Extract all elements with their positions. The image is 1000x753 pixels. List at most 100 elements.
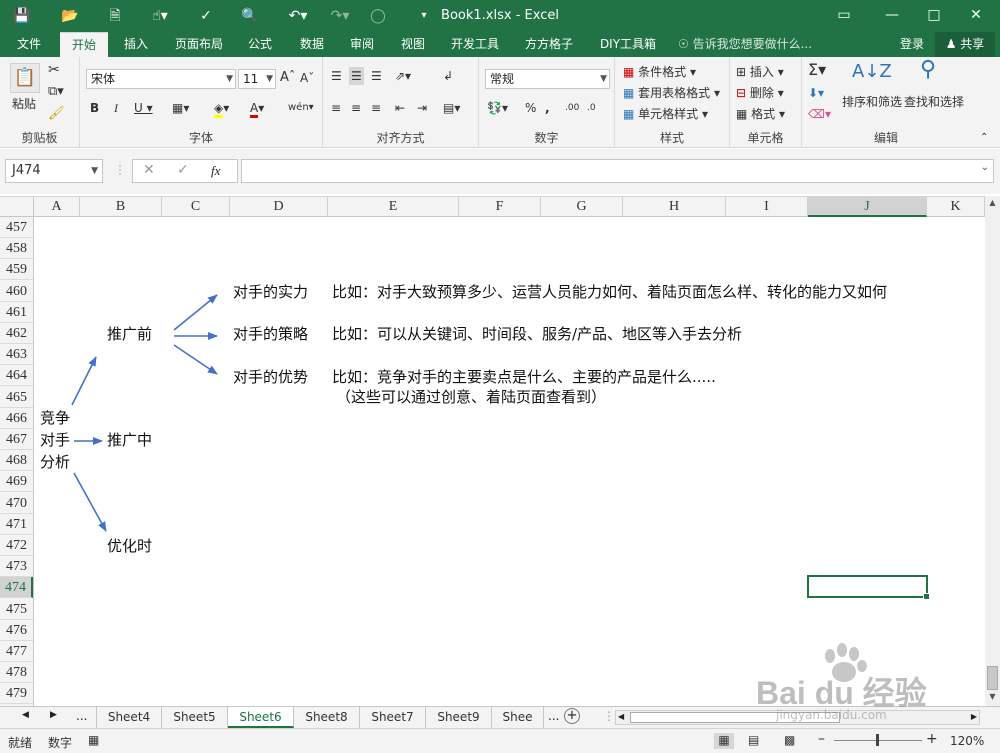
autosum-icon[interactable]: Σ▾ [808,61,826,79]
paste-button[interactable]: 粘贴 [12,95,36,113]
cancel-icon[interactable]: ✕ [143,162,155,178]
conditional-format-button[interactable]: ▦ 条件格式 ▾ [623,63,696,81]
scroll-down-icon[interactable]: ▼ [987,692,998,704]
sheet-tab[interactable]: Sheet4 [96,707,162,728]
format-painter-icon[interactable]: 🖌 [48,105,65,123]
align-center-icon[interactable]: ≡ [351,99,361,117]
cell-grid[interactable]: 竞争 对手 分析 推广前 推广中 优化时 对手的实力 比如：对手大致预算多少、运… [34,217,985,706]
normal-view-icon[interactable]: ▦ [714,733,734,749]
tab-split-icon[interactable]: ⋮ [603,709,615,723]
page-layout-view-icon[interactable]: ▤ [748,733,759,747]
column-header[interactable]: A [34,197,80,217]
expand-formula-icon[interactable]: ⌄ [981,162,989,173]
collapse-ribbon-icon[interactable]: ⌃ [980,129,988,147]
merge-center-icon[interactable]: ▤▾ [443,99,460,117]
row-header[interactable]: 476 [0,620,33,641]
decrease-decimal-icon[interactable]: .0 [587,99,596,117]
tab-data[interactable]: 数据 [290,32,334,57]
find-select-icon[interactable]: ⚲ [920,59,936,81]
underline-icon[interactable]: U ▾ [134,99,153,117]
tab-developer[interactable]: 开发工具 [444,32,506,57]
row-header[interactable]: 471 [0,514,33,535]
align-right-icon[interactable]: ≡ [371,99,381,117]
maximize-icon[interactable]: □ [920,4,948,26]
column-header[interactable]: I [726,197,808,217]
increase-indent-icon[interactable]: ⇥ [417,99,427,117]
next-sheet-icon[interactable]: ▶ [50,710,57,720]
row-header[interactable]: 461 [0,302,33,323]
tab-page-layout[interactable]: 页面布局 [168,32,230,57]
phonetic-icon[interactable]: wén▾ [288,99,314,117]
paste-icon[interactable]: 📋 [10,63,40,93]
row-header[interactable]: 469 [0,471,33,493]
row-header[interactable]: 458 [0,238,33,260]
align-top-icon[interactable]: ☰ [331,67,342,85]
tab-fangfang[interactable]: 方方格子 [518,32,580,57]
add-sheet-icon[interactable]: + [564,708,580,724]
border-icon[interactable]: ▦▾ [172,99,189,117]
insert-cells-button[interactable]: ⊞ 插入 ▾ [736,63,784,81]
row-header[interactable]: 465 [0,387,33,408]
find-select-button[interactable]: 查找和选择 [904,93,964,111]
enter-icon[interactable]: ✓ [177,162,189,178]
zoom-slider-thumb[interactable] [876,734,879,746]
macro-record-icon[interactable]: ▦ [88,733,99,747]
row-header[interactable]: 477 [0,641,33,662]
column-header[interactable]: K [927,197,985,217]
column-header[interactable]: C [162,197,230,217]
vertical-scrollbar[interactable]: ▲ ▼ [985,196,1000,706]
shrink-font-icon[interactable]: Aˇ [300,69,314,87]
cell-styles-button[interactable]: ▦ 单元格样式 ▾ [623,105,708,123]
orientation-icon[interactable]: ⇗▾ [395,67,411,85]
align-left-icon[interactable]: ≡ [331,99,341,117]
minimize-icon[interactable]: — [878,4,906,26]
percent-icon[interactable]: % [525,99,536,117]
column-header[interactable]: F [459,197,541,217]
column-header[interactable]: G [541,197,623,217]
column-header[interactable]: H [623,197,726,217]
tab-review[interactable]: 审阅 [340,32,384,57]
font-color-icon[interactable]: A▾ [250,99,264,118]
wrap-text-icon[interactable]: ↲ [443,67,453,85]
tab-home[interactable]: 开始 [60,32,108,57]
increase-decimal-icon[interactable]: .00 [565,99,579,117]
sheet-tab[interactable]: Sheet9 [426,707,492,728]
row-header[interactable]: 466 [0,408,33,429]
name-box[interactable]: J474 ▼ [5,159,103,183]
share-button[interactable]: ♟ 共享 [935,32,995,57]
ribbon-display-icon[interactable]: ▭ [830,4,858,26]
scroll-left-icon[interactable]: ◀ [618,712,624,721]
sort-filter-icon[interactable]: A↓Z [852,63,892,81]
sheet-tab[interactable]: Sheet8 [294,707,360,728]
tab-insert[interactable]: 插入 [112,32,160,57]
align-bottom-icon[interactable]: ☰ [371,67,382,85]
more-tabs-icon[interactable]: ... [548,709,559,723]
tab-formulas[interactable]: 公式 [238,32,282,57]
active-cell-j474[interactable] [807,575,930,600]
italic-icon[interactable]: I [114,99,118,117]
select-all-corner[interactable] [0,197,34,217]
sort-filter-button[interactable]: 排序和筛选 [842,93,902,111]
row-header[interactable]: 472 [0,535,33,556]
login-link[interactable]: 登录 [893,32,931,57]
format-as-table-button[interactable]: ▦ 套用表格格式 ▾ [623,84,720,102]
horizontal-scroll-thumb[interactable] [630,712,840,723]
format-cells-button[interactable]: ▦ 格式 ▾ [736,105,785,123]
number-format-combo[interactable]: 常规 ▼ [485,69,610,89]
currency-icon[interactable]: 💱▾ [487,99,508,117]
formula-input[interactable]: ⌄ [241,159,994,183]
row-header[interactable]: 457 [0,217,33,238]
row-header[interactable]: 462 [0,323,33,344]
tab-diy-toolbox[interactable]: DIY工具箱 [594,32,662,57]
row-header[interactable]: 464 [0,365,33,387]
sheet-tab[interactable]: Shee [492,707,544,728]
sheet-tab[interactable]: Sheet7 [360,707,426,728]
zoom-in-icon[interactable]: + [926,731,938,747]
fill-icon[interactable]: ⬇▾ [808,84,824,102]
row-header-selected[interactable]: 474 [0,577,33,599]
scroll-up-icon[interactable]: ▲ [987,198,998,210]
column-header-selected[interactable]: J [808,197,927,217]
cut-icon[interactable]: ✂ [48,61,60,79]
bold-icon[interactable]: B [90,99,99,117]
row-header[interactable]: 468 [0,450,33,472]
